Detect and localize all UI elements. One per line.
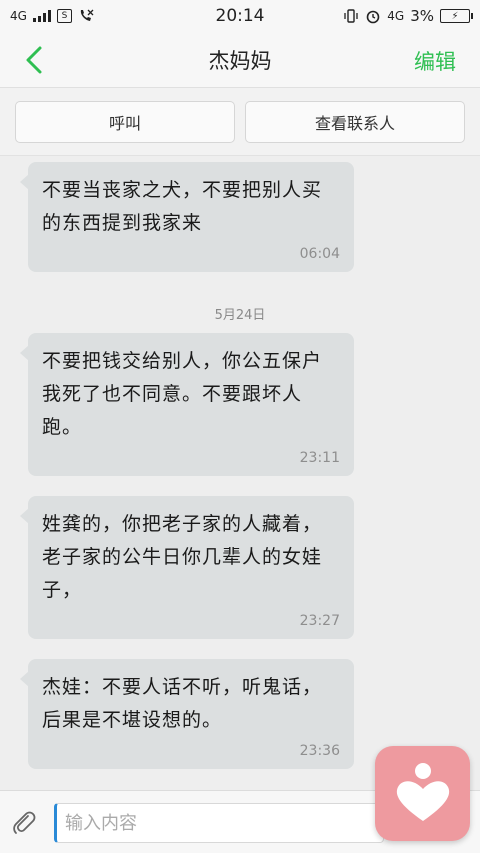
alarm-icon (366, 10, 380, 24)
edit-button[interactable]: 编辑 (414, 46, 456, 76)
battery-percent: 3% (410, 7, 434, 25)
contact-title: 杰妈妈 (208, 48, 272, 73)
attach-button[interactable] (6, 805, 40, 839)
floating-app-widget[interactable] (375, 746, 470, 841)
network-type: 4G (10, 9, 27, 23)
network-type-right: 4G (387, 9, 405, 23)
message-text: 杰娃：不要人话不听，听鬼话，后果是不堪设想的。 (42, 676, 323, 731)
view-contact-button[interactable]: 查看联系人 (245, 101, 465, 143)
message-bubble[interactable]: 姓龚的，你把老子家的人藏着，老子家的公牛日你几辈人的女娃子， 23:27 (20, 496, 354, 639)
action-row: 呼叫 查看联系人 (0, 88, 480, 156)
message-time: 23:27 (299, 613, 340, 629)
message-time: 23:36 (299, 743, 340, 759)
message-text: 不要把钱交给别人，你公五保户我死了也不同意。不要跟坏人跑。 (42, 350, 323, 438)
date-separator: 5月24日 (214, 308, 266, 323)
status-bar: 4G S 20:14 4G 3% ⚡ (0, 0, 480, 32)
clock: 20:14 (215, 6, 265, 26)
signal-icon (32, 10, 51, 22)
status-left: 4G S (10, 8, 94, 24)
message-text: 不要当丧家之犬，不要把别人买的东西提到我家来 (42, 179, 323, 234)
message-bubble[interactable]: 不要把钱交给别人，你公五保户我死了也不同意。不要跟坏人跑。 23:11 (20, 333, 354, 476)
message-list[interactable]: 不要当丧家之犬，不要把别人买的东西提到我家来 06:04 5月24日 不要把钱交… (0, 156, 480, 790)
conversation-header: 杰妈妈 编辑 (0, 32, 480, 88)
battery-icon: ⚡ (440, 9, 473, 23)
vibrate-icon (344, 9, 358, 23)
message-bubble[interactable]: 杰娃：不要人话不听，听鬼话，后果是不堪设想的。 23:36 (20, 659, 354, 769)
call-button[interactable]: 呼叫 (15, 101, 235, 143)
message-time: 23:11 (299, 450, 340, 466)
message-time: 06:04 (299, 246, 340, 262)
message-input[interactable] (54, 803, 384, 843)
back-chevron-icon (26, 46, 42, 74)
heart-person-icon (396, 762, 449, 821)
status-right: 4G 3% ⚡ (343, 7, 473, 25)
missed-call-icon (80, 9, 94, 21)
sim-icon: S (56, 9, 72, 23)
message-text: 姓龚的，你把老子家的人藏着，老子家的公牛日你几辈人的女娃子， (42, 513, 323, 601)
paperclip-icon (13, 811, 36, 834)
message-bubble[interactable]: 不要当丧家之犬，不要把别人买的东西提到我家来 06:04 (20, 162, 354, 272)
back-button[interactable] (14, 42, 54, 78)
